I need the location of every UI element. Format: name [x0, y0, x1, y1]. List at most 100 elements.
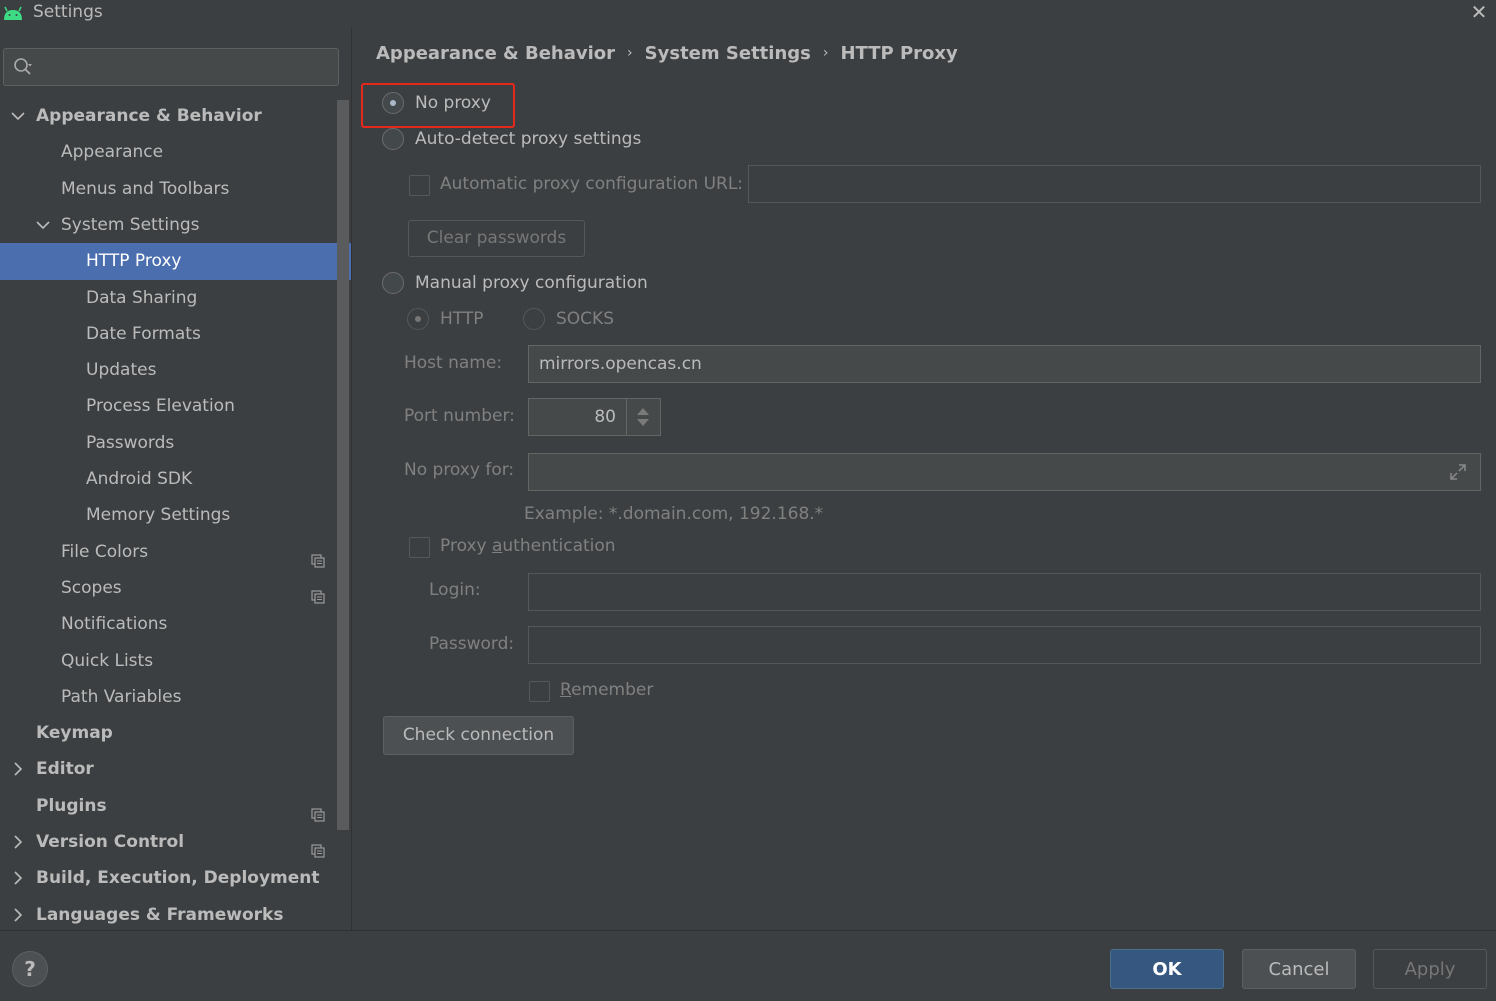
sidebar-item-label: Menus and Toolbars	[61, 178, 230, 199]
login-label: Login:	[429, 580, 481, 600]
host-name-input[interactable]	[529, 346, 1480, 382]
http-label: HTTP	[440, 309, 484, 329]
sidebar-item[interactable]: Notifications	[0, 606, 351, 643]
stepper-arrows-icon[interactable]	[635, 405, 651, 429]
sidebar-item[interactable]: Passwords	[0, 425, 351, 462]
sidebar-item-label: Scopes	[61, 577, 122, 598]
http-radio[interactable]	[407, 308, 429, 330]
auto-detect-label[interactable]: Auto-detect proxy settings	[415, 129, 641, 149]
sidebar-item[interactable]: Process Elevation	[0, 388, 351, 425]
sidebar-item[interactable]: Menus and Toolbars	[0, 171, 351, 208]
chevron-right-icon[interactable]	[9, 860, 27, 897]
chevron-right-icon[interactable]	[9, 897, 27, 934]
breadcrumb-item: HTTP Proxy	[840, 43, 958, 64]
port-number-value[interactable]: 80	[529, 399, 626, 435]
sidebar-item-label: Build, Execution, Deployment	[36, 868, 320, 889]
no-proxy-for-input[interactable]	[529, 454, 1429, 490]
sidebar-item[interactable]: System Settings	[0, 207, 351, 244]
remember-checkbox[interactable]	[529, 681, 550, 702]
sidebar-item[interactable]: Quick Lists	[0, 643, 351, 680]
chevron-right-icon[interactable]	[9, 751, 27, 788]
login-field[interactable]	[528, 573, 1481, 611]
window-title: Settings	[33, 2, 103, 22]
remember-mnemonic: R	[560, 680, 572, 700]
cancel-button[interactable]: Cancel	[1242, 949, 1356, 989]
auto-config-url-field[interactable]	[748, 165, 1481, 203]
breadcrumb-item: System Settings	[644, 43, 811, 64]
manual-proxy-radio[interactable]	[382, 272, 404, 294]
password-input[interactable]	[529, 627, 1480, 663]
sidebar-item-label: Editor	[36, 759, 94, 780]
sidebar-item-label: Keymap	[36, 723, 113, 744]
auto-detect-radio[interactable]	[382, 128, 404, 150]
sidebar-item[interactable]: Updates	[0, 352, 351, 389]
port-number-stepper[interactable]: 80	[528, 398, 661, 436]
chevron-down-icon[interactable]	[34, 207, 52, 244]
chevron-down-icon[interactable]	[9, 98, 27, 135]
proxy-auth-text-post: uthentication	[502, 536, 616, 556]
sidebar-item[interactable]: Keymap	[0, 715, 351, 752]
project-scope-icon	[311, 799, 325, 822]
password-label: Password:	[429, 634, 515, 654]
project-scope-icon	[311, 835, 325, 858]
host-name-field[interactable]	[528, 345, 1481, 383]
remember-label: Remember	[560, 680, 653, 700]
auto-config-url-input[interactable]	[749, 166, 1480, 202]
sidebar-item[interactable]: Path Variables	[0, 679, 351, 716]
sidebar-item[interactable]: Appearance	[0, 134, 351, 171]
auto-config-url-checkbox[interactable]	[409, 175, 430, 196]
sidebar-item[interactable]: Date Formats	[0, 316, 351, 353]
sidebar-item-label: System Settings	[61, 214, 200, 235]
host-name-label: Host name:	[404, 353, 503, 373]
sidebar-item-label: Android SDK	[86, 469, 193, 489]
sidebar-item[interactable]: Editor	[0, 751, 351, 788]
chevron-right-icon[interactable]	[9, 824, 27, 861]
sidebar-item-label: Quick Lists	[61, 650, 154, 671]
sidebar-item[interactable]: HTTP Proxy	[0, 243, 351, 281]
socks-label: SOCKS	[556, 309, 614, 329]
ok-button[interactable]: OK	[1110, 949, 1224, 989]
sidebar-item[interactable]: File Colors	[0, 534, 351, 571]
manual-proxy-label[interactable]: Manual proxy configuration	[415, 273, 648, 293]
search-input[interactable]	[44, 53, 334, 81]
login-input[interactable]	[529, 574, 1480, 610]
breadcrumb-item: Appearance & Behavior	[376, 43, 616, 64]
check-connection-button[interactable]: Check connection	[383, 716, 574, 755]
sidebar-item-label: Languages & Frameworks	[36, 904, 284, 925]
project-scope-icon	[311, 545, 325, 568]
expand-icon[interactable]	[1448, 462, 1468, 482]
sidebar-item-label: Path Variables	[61, 686, 182, 707]
android-icon	[4, 6, 22, 20]
sidebar-scrollbar[interactable]	[337, 100, 349, 830]
sidebar-item[interactable]: Build, Execution, Deployment	[0, 860, 351, 897]
sidebar-item[interactable]: Appearance & Behavior	[0, 98, 351, 135]
close-icon[interactable]: ✕	[1468, 0, 1490, 24]
no-proxy-label[interactable]: No proxy	[415, 93, 491, 113]
proxy-authentication-checkbox[interactable]	[409, 537, 430, 558]
clear-passwords-button[interactable]: Clear passwords	[408, 220, 585, 257]
sidebar-item[interactable]: Data Sharing	[0, 280, 351, 317]
remember-text: emember	[571, 680, 654, 700]
sidebar-item-label: Memory Settings	[86, 505, 231, 526]
sidebar-item[interactable]: Memory Settings	[0, 497, 351, 534]
no-proxy-radio[interactable]	[382, 92, 404, 114]
breadcrumb: Appearance & Behavior › System Settings › HT…	[376, 43, 958, 64]
sidebar-item-label: Date Formats	[86, 323, 201, 344]
sidebar-item[interactable]: Android SDK	[0, 461, 351, 498]
sidebar-item-label: File Colors	[61, 541, 149, 562]
sidebar-item[interactable]: Languages & Frameworks	[0, 897, 351, 934]
sidebar-item[interactable]: Plugins	[0, 788, 351, 825]
chevron-right-icon: ›	[627, 45, 633, 61]
settings-search[interactable]	[3, 48, 339, 86]
password-field[interactable]	[528, 626, 1481, 664]
no-proxy-for-field[interactable]	[528, 453, 1481, 491]
search-icon	[14, 58, 32, 75]
apply-button[interactable]: Apply	[1373, 949, 1487, 989]
proxy-auth-text-pre: Proxy	[440, 536, 492, 556]
sidebar-item[interactable]: Version Control	[0, 824, 351, 861]
sidebar-item-label: Passwords	[86, 432, 175, 453]
help-button[interactable]: ?	[12, 951, 48, 987]
sidebar-item[interactable]: Scopes	[0, 570, 351, 607]
sidebar-item-label: HTTP Proxy	[86, 251, 182, 272]
socks-radio[interactable]	[523, 308, 545, 330]
